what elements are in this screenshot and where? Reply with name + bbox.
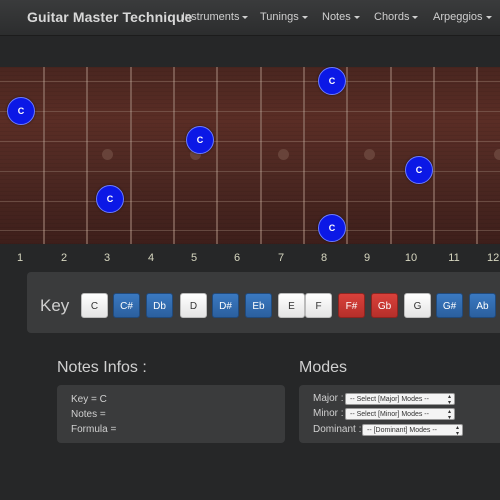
dominant-modes-select[interactable]: -- [Dominant] Modes -- ▴ ▾ — [362, 424, 463, 437]
fret-number: 10 — [404, 252, 418, 264]
key-button-f[interactable]: F — [305, 293, 332, 318]
nav-instruments-label: Instruments — [182, 11, 240, 23]
fret-number: 2 — [60, 252, 68, 264]
nav-tunings[interactable]: Tunings — [260, 11, 308, 23]
fret-number: 5 — [190, 252, 198, 264]
fret-number: 4 — [147, 252, 155, 264]
fret-number: 12 — [487, 252, 500, 264]
guitar-string — [0, 201, 500, 202]
notes-infos-key: Key = C — [71, 394, 107, 405]
fret-line — [433, 67, 435, 244]
nav-chords[interactable]: Chords — [374, 11, 419, 23]
fret-number: 7 — [277, 252, 285, 264]
fret-number: 9 — [363, 252, 371, 264]
major-select-value: -- Select [Major] Modes -- — [350, 396, 429, 403]
chevron-down-icon — [242, 15, 249, 19]
nav-notes[interactable]: Notes — [322, 11, 360, 23]
key-button-g-flat[interactable]: Gb — [371, 293, 398, 318]
fret-line — [43, 67, 45, 244]
guitar-string — [0, 81, 500, 82]
fretboard — [0, 67, 500, 244]
guitar-string — [0, 230, 500, 231]
fret-number: 11 — [448, 252, 460, 264]
select-arrows-icon: ▴ ▾ — [447, 394, 451, 406]
fret-number: 1 — [16, 252, 24, 264]
chevron-down-icon — [412, 15, 419, 19]
key-button-g-sharp[interactable]: G# — [436, 293, 463, 318]
guitar-string — [0, 111, 500, 112]
fret-number: 3 — [103, 252, 111, 264]
key-button-e-flat[interactable]: Eb — [245, 293, 272, 318]
fret-line — [476, 67, 478, 244]
major-label: Major : — [313, 393, 344, 404]
minor-modes-select[interactable]: -- Select [Minor] Modes -- ▴ ▾ — [345, 408, 455, 421]
note-dot-c[interactable]: C — [186, 126, 214, 154]
notes-infos-formula: Formula = — [71, 424, 117, 435]
notes-infos-title: Notes Infos : — [57, 359, 147, 376]
chevron-down-icon — [485, 15, 492, 19]
fret-number: 6 — [233, 252, 241, 264]
fret-line — [260, 67, 262, 244]
key-button-d-sharp[interactable]: D# — [212, 293, 239, 318]
key-button-f-sharp[interactable]: F# — [338, 293, 365, 318]
select-arrows-icon: ▴ ▾ — [447, 409, 451, 421]
fret-line — [346, 67, 348, 244]
fret-line — [130, 67, 132, 244]
major-modes-select[interactable]: -- Select [Major] Modes -- ▴ ▾ — [345, 393, 455, 406]
modes-title: Modes — [299, 359, 348, 376]
key-button-a-flat[interactable]: Ab — [469, 293, 496, 318]
dominant-select-value: -- [Dominant] Modes -- — [367, 427, 438, 434]
key-button-e[interactable]: E — [278, 293, 305, 318]
chevron-down-icon — [301, 15, 308, 19]
key-label: Key — [40, 296, 70, 315]
key-button-d[interactable]: D — [180, 293, 207, 318]
note-dot-c[interactable]: C — [7, 97, 35, 125]
note-dot-c[interactable]: C — [318, 214, 346, 242]
fret-inlay — [102, 149, 113, 160]
brand-title[interactable]: Guitar Master Technique — [27, 9, 192, 25]
nav-arpeggios-label: Arpeggios — [433, 11, 483, 23]
nav-notes-label: Notes — [322, 11, 351, 23]
select-arrows-icon: ▴ ▾ — [455, 425, 459, 437]
fret-inlay — [494, 149, 500, 160]
fret-number: 8 — [320, 252, 328, 264]
key-button-c[interactable]: C — [81, 293, 108, 318]
chevron-down-icon — [353, 15, 360, 19]
fret-inlay — [364, 149, 375, 160]
fret-line — [390, 67, 392, 244]
fret-line — [216, 67, 218, 244]
nav-tunings-label: Tunings — [260, 11, 299, 23]
fret-line — [303, 67, 305, 244]
note-dot-c[interactable]: C — [96, 185, 124, 213]
key-button-c-sharp[interactable]: C# — [113, 293, 140, 318]
note-dot-c[interactable]: C — [405, 156, 433, 184]
nav-arpeggios[interactable]: Arpeggios — [433, 11, 492, 23]
dominant-label: Dominant : — [313, 424, 362, 435]
key-button-g[interactable]: G — [404, 293, 431, 318]
nav-chords-label: Chords — [374, 11, 410, 23]
note-dot-c[interactable]: C — [318, 67, 346, 95]
nav-instruments[interactable]: Instruments — [182, 11, 249, 23]
notes-infos-notes: Notes = — [71, 409, 106, 420]
fret-line — [86, 67, 88, 244]
navbar: Guitar Master Technique Instruments Tuni… — [0, 0, 500, 36]
fret-line — [173, 67, 175, 244]
guitar-string — [0, 141, 500, 142]
key-button-d-flat[interactable]: Db — [146, 293, 173, 318]
minor-label: Minor : — [313, 408, 344, 419]
fret-inlay — [278, 149, 289, 160]
minor-select-value: -- Select [Minor] Modes -- — [350, 411, 429, 418]
